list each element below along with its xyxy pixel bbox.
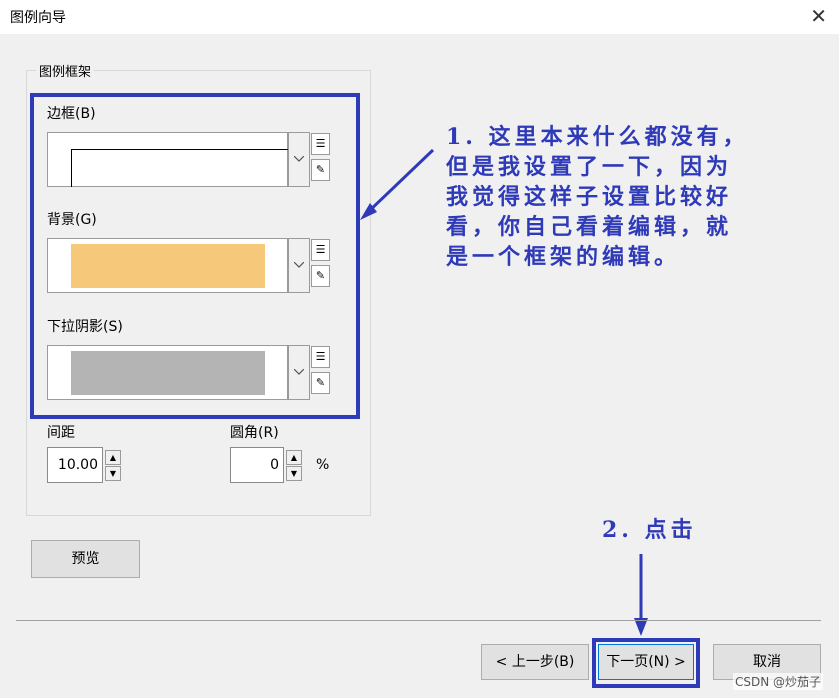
annotation-arrows <box>360 148 648 636</box>
highlight-next-button <box>592 638 700 688</box>
footer-divider <box>16 620 821 621</box>
arrow-to-frame-settings <box>364 148 435 216</box>
back-button[interactable]: < 上一步(B) <box>481 644 589 680</box>
watermark: CSDN @炒茄子 <box>732 673 823 690</box>
